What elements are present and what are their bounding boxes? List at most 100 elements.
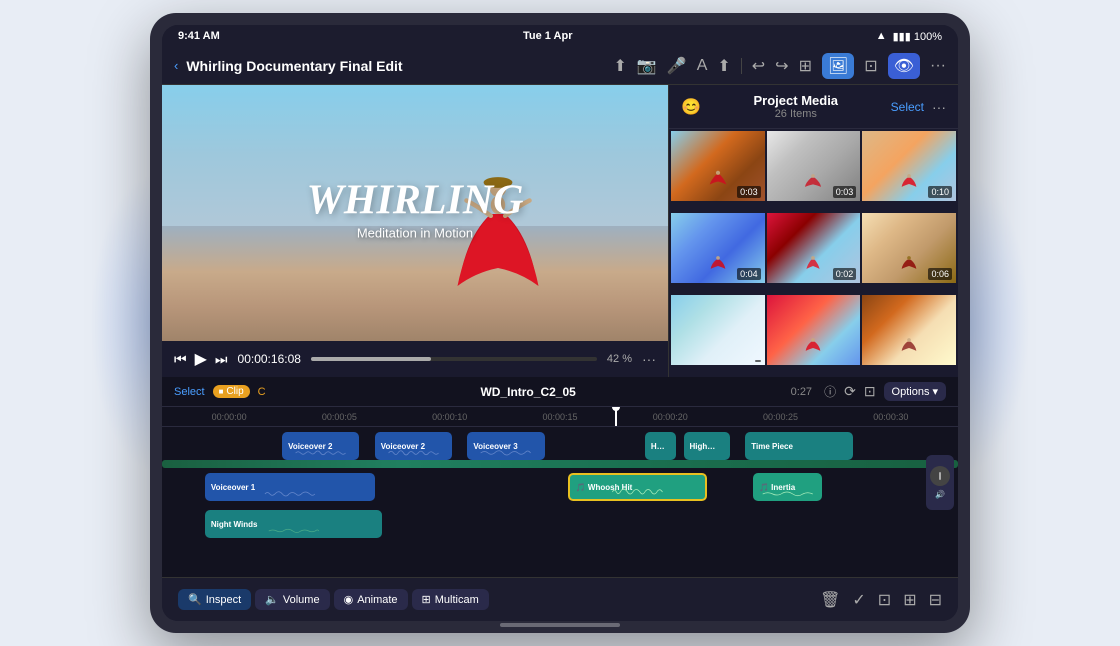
playback-bar: ⏮ ▶ ⏭ 00:00:16:08 42 % ··· <box>162 341 668 377</box>
zoom-level: 42 % <box>607 353 632 365</box>
thumb-duration: 0:10 <box>928 186 952 198</box>
thumb-duration: 0:06 <box>928 268 952 280</box>
waveform <box>205 526 383 536</box>
inspect-label: Inspect <box>206 594 241 606</box>
progress-bar[interactable] <box>311 357 597 361</box>
media-select-button[interactable]: Select <box>891 100 924 114</box>
multicam-label: Multicam <box>435 594 479 606</box>
media-grid: 0:03 0:03 <box>669 129 958 377</box>
eye-icon[interactable]: 👁 <box>888 53 920 79</box>
camera-icon[interactable]: 📷 <box>637 56 657 76</box>
voiceover1-clip[interactable]: Voiceover 1 <box>205 473 375 501</box>
thumb-duration <box>755 360 761 362</box>
redo-icon[interactable]: ↪ <box>775 56 788 76</box>
high-clip[interactable]: High… <box>684 432 730 460</box>
thumb-duration: 0:03 <box>737 186 761 198</box>
timeline-area: Select ■ Clip C WD_Intro_C2_05 0:27 ⓘ ⟳ … <box>162 377 958 577</box>
play-controls: ⏮ ▶ ⏭ <box>174 349 228 369</box>
more-icon[interactable]: ··· <box>930 57 946 75</box>
preview-area: WHIRLING Meditation in Motion ⏮ ▶ ⏭ 00:0… <box>162 85 668 377</box>
media-thumbnail[interactable]: 0:03 <box>767 131 861 201</box>
main-video-track[interactable] <box>162 460 958 468</box>
mic-icon[interactable]: 🎤 <box>667 56 687 76</box>
ruler-mark: 00:00:25 <box>725 412 835 422</box>
timeline-ruler: 00:00:00 00:00:05 00:00:10 00:00:15 00:0… <box>162 407 958 427</box>
emoji-button[interactable]: 😊 <box>681 97 701 117</box>
volume-label: Volume <box>283 594 320 606</box>
play-button[interactable]: ▶ <box>195 349 207 369</box>
animate-icon: ◉ <box>344 593 354 606</box>
timepiece-clip[interactable]: Time Piece <box>745 432 853 460</box>
progress-fill <box>311 357 431 361</box>
back-button[interactable]: ‹ <box>174 58 178 73</box>
detach-icon[interactable]: ⊟ <box>929 590 942 610</box>
check-icon[interactable]: ✓ <box>852 590 865 610</box>
volume-knob[interactable] <box>930 466 950 486</box>
track-row-1: Voiceover 2 Voiceover 2 Vo <box>174 431 946 461</box>
skip-back-button[interactable]: ⏮ <box>174 351 187 368</box>
voiceover2-clip-1[interactable]: Voiceover 2 <box>282 432 359 460</box>
clip-label-text: High… <box>690 442 716 451</box>
media-thumbnail[interactable]: 0:03 <box>671 131 765 201</box>
animate-button[interactable]: ◉ Animate <box>334 589 408 610</box>
toolbar-icons: ⬆ 📷 🎤 A ⬆ ↩ ↪ ⊞ 🖼 ⊡ 👁 ··· <box>613 53 946 79</box>
media-thumbnail[interactable]: 0:10 <box>862 131 956 201</box>
thumb-figure <box>802 163 824 198</box>
time-display: 00:00:16:08 <box>238 352 301 366</box>
media-thumbnail[interactable]: 0:04 <box>671 213 765 283</box>
display-icon[interactable]: ⊡ <box>864 56 877 76</box>
grid-icon[interactable]: ⊞ <box>799 56 812 76</box>
media-thumbnail[interactable] <box>862 295 956 365</box>
video-title-main: WHIRLING <box>306 179 523 221</box>
video-title: WHIRLING Meditation in Motion <box>306 179 523 240</box>
media-thumbnail[interactable] <box>671 295 765 365</box>
clip-label-text: Time Piece <box>751 442 793 451</box>
chevron-down-icon: ▾ <box>932 385 938 398</box>
skip-forward-button[interactable]: ⏭ <box>215 351 228 368</box>
waveform <box>570 487 705 497</box>
night-winds-clip[interactable]: Night Winds <box>205 510 383 538</box>
media-title-area: Project Media 26 Items <box>701 93 891 120</box>
multicam-button[interactable]: ⊞ Multicam <box>412 589 489 610</box>
volume-button[interactable]: 🔈 Volume <box>255 589 329 610</box>
photo-icon[interactable]: 🖼 <box>822 53 854 79</box>
waveform <box>375 448 452 458</box>
undo-icon[interactable]: ↩ <box>752 56 765 76</box>
delete-icon[interactable]: 🗑 <box>820 590 840 610</box>
status-bar: 9:41 AM Tue 1 Apr ▲ ▮▮▮ 100% <box>162 25 958 47</box>
adjust-icon[interactable]: ⟳ <box>844 383 856 400</box>
thumb-duration: 0:04 <box>737 268 761 280</box>
text-icon[interactable]: A <box>697 57 708 75</box>
project-title: Whirling Documentary Final Edit <box>186 58 605 74</box>
clip-badge: ■ Clip <box>213 385 250 398</box>
thumb-figure <box>898 163 920 198</box>
export-icon[interactable]: ⬆ <box>613 56 626 76</box>
voiceover3-clip[interactable]: Voiceover 3 <box>467 432 544 460</box>
ipad-screen: 9:41 AM Tue 1 Apr ▲ ▮▮▮ 100% ‹ Whirling … <box>162 25 958 621</box>
options-button[interactable]: Options ▾ <box>884 382 946 401</box>
whoosh-hit-clip[interactable]: 🎵 Whoosh Hit <box>568 473 707 501</box>
bottom-toolbar: 🔍 Inspect 🔈 Volume ◉ Animate ⊞ Multicam <box>162 577 958 621</box>
media-thumbnail[interactable]: 0:02 <box>767 213 861 283</box>
h-clip[interactable]: H… <box>645 432 676 460</box>
timeline-select-button[interactable]: Select <box>174 386 205 398</box>
media-thumbnail[interactable] <box>767 295 861 365</box>
share-icon[interactable]: ⬆ <box>717 56 730 76</box>
media-more-button[interactable]: ··· <box>932 99 946 115</box>
waveform <box>205 489 375 499</box>
knob-indicator <box>939 472 941 480</box>
fullscreen-icon[interactable]: ⊡ <box>864 383 876 400</box>
clip-split-icon[interactable]: ⊡ <box>878 590 891 610</box>
voiceover2-clip-2[interactable]: Voiceover 2 <box>375 432 452 460</box>
inertia-clip[interactable]: 🎵 Inertia <box>753 473 822 501</box>
media-thumbnail[interactable]: 0:06 <box>862 213 956 283</box>
ruler-mark: 00:00:05 <box>284 412 394 422</box>
inspect-button[interactable]: 🔍 Inspect <box>178 589 251 610</box>
playback-more-button[interactable]: ··· <box>642 351 656 367</box>
video-title-sub: Meditation in Motion <box>306 225 523 240</box>
thumb-duration: 0:02 <box>833 268 857 280</box>
divider <box>741 58 742 74</box>
arrange-icon[interactable]: ⊞ <box>903 590 916 610</box>
media-panel: 😊 Project Media 26 Items Select ··· <box>668 85 958 377</box>
clip-info-icon[interactable]: ⓘ <box>824 383 836 400</box>
